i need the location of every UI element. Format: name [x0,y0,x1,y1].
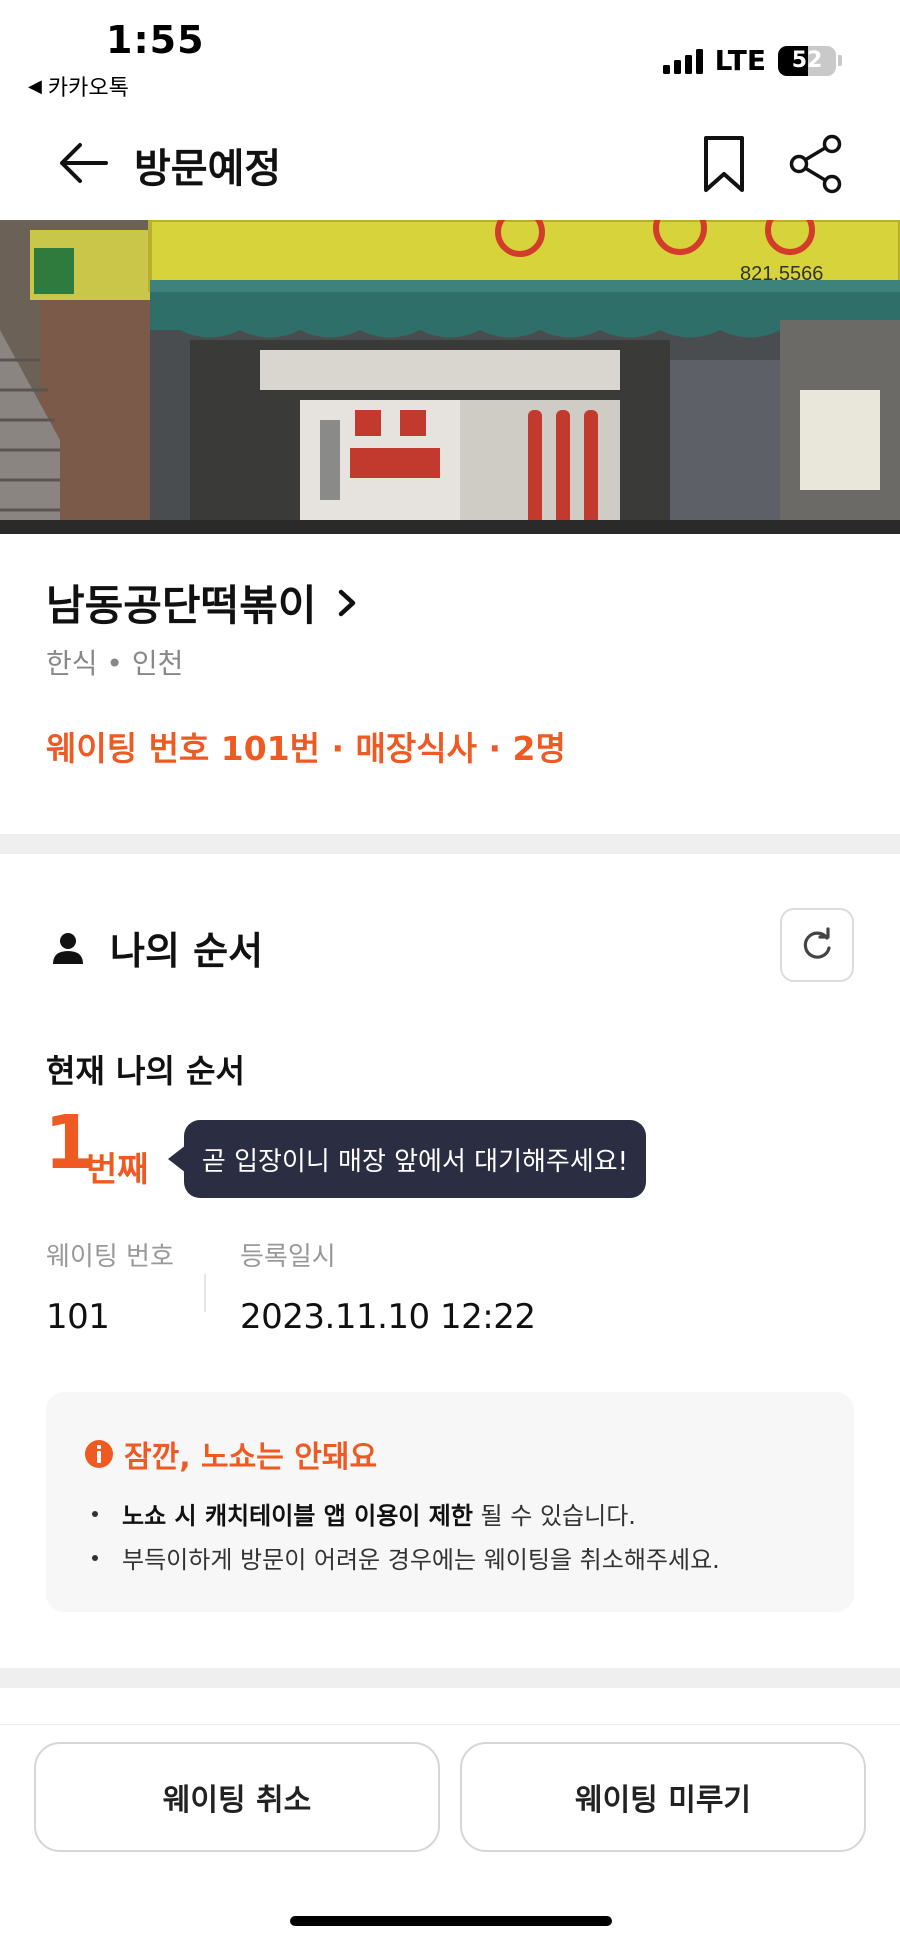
person-icon [53,932,83,964]
waiting-summary: 웨이팅 번호 101번 · 매장식사 · 2명 [46,729,566,768]
notice-item: 노쇼 시 캐치테이블 앱 이용이 제한 될 수 있습니다. [92,1496,636,1531]
back-app-label: 카카오톡 [47,76,129,101]
info-alert-icon [85,1440,113,1468]
section-divider [0,1668,900,1688]
notice-item-bold: 노쇼 시 캐치테이블 앱 이용이 제한 [122,1502,473,1530]
notice-item: 부득이하게 방문이 어려운 경우에는 웨이팅을 취소해주세요. [92,1540,720,1575]
battery-icon: 52 [778,45,836,76]
status-time: 1:55 [106,18,205,62]
back-to-app-link[interactable]: ◀ 카카오톡 [28,70,129,102]
refresh-icon [803,927,831,959]
cellular-signal-icon [662,48,703,74]
entry-soon-tooltip: 곧 입장이니 매장 앞에서 대기해주세요! [184,1120,646,1198]
page-title: 방문예정 [134,146,282,192]
cancel-waiting-button[interactable]: 웨이팅 취소 [34,1742,440,1852]
notice-item-text: 될 수 있습니다. [472,1502,636,1530]
top-navigation-bar: 방문예정 [0,108,900,220]
registered-at-info: 등록일시 2023.11.10 12:22 [240,1236,536,1337]
waiting-number-value: 101 [46,1297,110,1337]
home-indicator[interactable] [290,1916,612,1926]
status-indicators: LTE 52 [662,44,842,77]
share-icon[interactable] [786,134,846,194]
registered-at-label: 등록일시 [240,1242,336,1272]
store-category: 한식 • 인천 [46,647,184,680]
no-show-notice: 잠깐, 노쇼는 안돼요 노쇼 시 캐치테이블 앱 이용이 제한 될 수 있습니다… [46,1392,854,1612]
store-name-link[interactable]: 남동공단떡볶이 [46,572,360,633]
registered-at-value: 2023.11.10 12:22 [240,1297,536,1337]
bottom-bar-divider [0,1724,900,1725]
battery-tip [838,55,842,66]
network-type: LTE [714,44,766,77]
chevron-right-icon [339,589,356,616]
notice-item-text: 부득이하게 방문이 어려운 경우에는 웨이팅을 취소해주세요. [122,1546,720,1574]
refresh-button[interactable] [780,908,854,982]
store-name: 남동공단떡볶이 [46,581,317,630]
status-bar: 1:55 ◀ 카카오톡 LTE 52 [0,0,900,108]
waiting-number-label: 웨이팅 번호 [46,1242,174,1272]
bullet [92,1554,98,1561]
store-photo[interactable]: 821.5566 [0,220,900,534]
bookmark-icon[interactable] [700,134,748,194]
postpone-waiting-button[interactable]: 웨이팅 미루기 [460,1742,866,1852]
waiting-number-info: 웨이팅 번호 101 [46,1236,174,1337]
back-triangle-icon: ◀ [28,75,42,97]
section-divider [0,834,900,854]
my-turn-header: 나의 순서 [50,920,263,975]
info-separator [204,1274,206,1312]
bullet [92,1510,98,1517]
my-turn-title: 나의 순서 [110,929,264,973]
turn-position-suffix: 번째 [86,1150,149,1190]
notice-title: 잠깐, 노쇼는 안돼요 [124,1440,378,1475]
current-turn-label: 현재 나의 순서 [46,1052,245,1090]
storefront-image: 821.5566 [0,220,900,534]
battery-level: 52 [791,48,823,73]
tooltip-text: 곧 입장이니 매장 앞에서 대기해주세요! [201,1146,629,1177]
back-arrow-icon[interactable] [56,138,110,188]
notice-title-row: 잠깐, 노쇼는 안돼요 [84,1432,377,1476]
